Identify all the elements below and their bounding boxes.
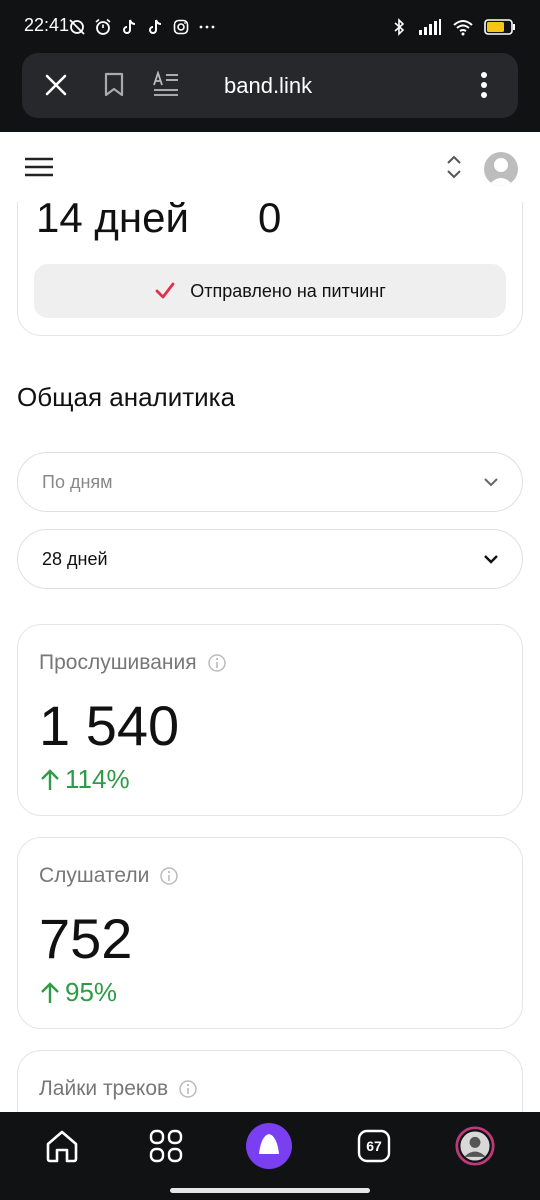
metric-label: Лайки треков: [39, 1077, 198, 1101]
user-icon: [488, 158, 514, 186]
status-system-icons: [390, 16, 516, 38]
period-select[interactable]: 28 дней: [17, 529, 523, 589]
metric-label: Слушатели: [39, 864, 179, 888]
more-notifications-icon: [199, 25, 215, 29]
nav-tabs-button[interactable]: 67: [354, 1126, 394, 1166]
status-bar: 22:41: [0, 0, 540, 52]
chevron-down-icon: [484, 555, 498, 564]
info-icon[interactable]: [159, 866, 179, 886]
metric-card-listeners: Слушатели 752 95%: [17, 837, 523, 1029]
browser-menu-button[interactable]: [470, 71, 498, 99]
instagram-icon: [173, 19, 189, 35]
reader-mode-button[interactable]: [152, 71, 180, 99]
address-bar: band.link: [22, 53, 518, 118]
metric-label-text: Прослушивания: [39, 651, 197, 674]
info-icon[interactable]: [207, 653, 227, 673]
metric-delta: 114%: [39, 764, 130, 795]
metric-card-track-likes: Лайки треков: [17, 1050, 523, 1112]
metric-value: 1 540: [39, 694, 180, 757]
metric-delta-text: 95%: [65, 977, 118, 1007]
url-text[interactable]: band.link: [224, 73, 312, 99]
metric-label-text: Слушатели: [39, 864, 150, 887]
tabs-count: 67: [366, 1138, 382, 1154]
grouping-select-value: По дням: [42, 471, 113, 492]
close-icon: [45, 74, 67, 96]
home-icon: [46, 1130, 78, 1163]
status-time: 22:41: [24, 15, 70, 35]
tiktok-icon: [123, 19, 136, 34]
arrow-up-icon: [41, 768, 59, 790]
browser-chrome: 22:41 band.link: [0, 0, 540, 132]
nav-profile-button[interactable]: [455, 1126, 495, 1166]
gesture-bar: [170, 1188, 370, 1193]
reader-mode-icon: [153, 71, 178, 96]
hamburger-menu-icon[interactable]: [24, 157, 54, 177]
metric-card-plays: Прослушивания 1 540 114%: [17, 624, 523, 816]
page-content: 14 дней 0 Отправлено на питчинг Общая ан…: [0, 132, 540, 1112]
sort-updown-icon[interactable]: [444, 152, 464, 182]
bookmark-button[interactable]: [100, 71, 128, 99]
analytics-title: Общая аналитика: [17, 382, 236, 412]
period-select-value: 28 дней: [42, 548, 108, 569]
bottom-navigation: 67: [0, 1112, 540, 1200]
kebab-menu-icon: [481, 72, 487, 98]
chevron-down-icon: [484, 478, 498, 487]
check-icon: [155, 282, 175, 299]
bookmark-icon: [104, 72, 124, 97]
metric-value: 752: [39, 907, 133, 970]
info-icon[interactable]: [178, 1079, 198, 1099]
user-avatar[interactable]: [484, 152, 518, 186]
metric-label-text: Лайки треков: [39, 1077, 169, 1100]
mute-alarm-icon: [69, 19, 85, 35]
alarm-icon: [95, 18, 111, 35]
grouping-select[interactable]: По дням: [17, 452, 523, 512]
close-tab-button[interactable]: [42, 71, 70, 99]
nav-alice-button[interactable]: [245, 1122, 293, 1170]
profile-avatar-icon: [455, 1126, 495, 1166]
pitch-status-badge: Отправлено на питчинг: [34, 264, 506, 318]
signal-icon: [419, 19, 441, 35]
tiktok-icon: [149, 19, 162, 34]
status-notification-icons: [68, 16, 216, 38]
bluetooth-icon: [394, 18, 405, 36]
arrow-up-icon: [41, 981, 59, 1003]
site-header: [0, 132, 540, 202]
metric-delta: 95%: [39, 977, 117, 1008]
wifi-icon: [453, 20, 473, 36]
pitch-status-text: Отправлено на питчинг: [190, 280, 386, 301]
grid-icon: [149, 1129, 183, 1163]
metric-label: Прослушивания: [39, 651, 227, 675]
nav-home-button[interactable]: [42, 1126, 82, 1166]
alice-assistant-icon: [246, 1123, 292, 1169]
metric-delta-text: 114%: [65, 764, 130, 794]
nav-services-button[interactable]: [146, 1126, 186, 1166]
battery-icon: [484, 19, 515, 35]
